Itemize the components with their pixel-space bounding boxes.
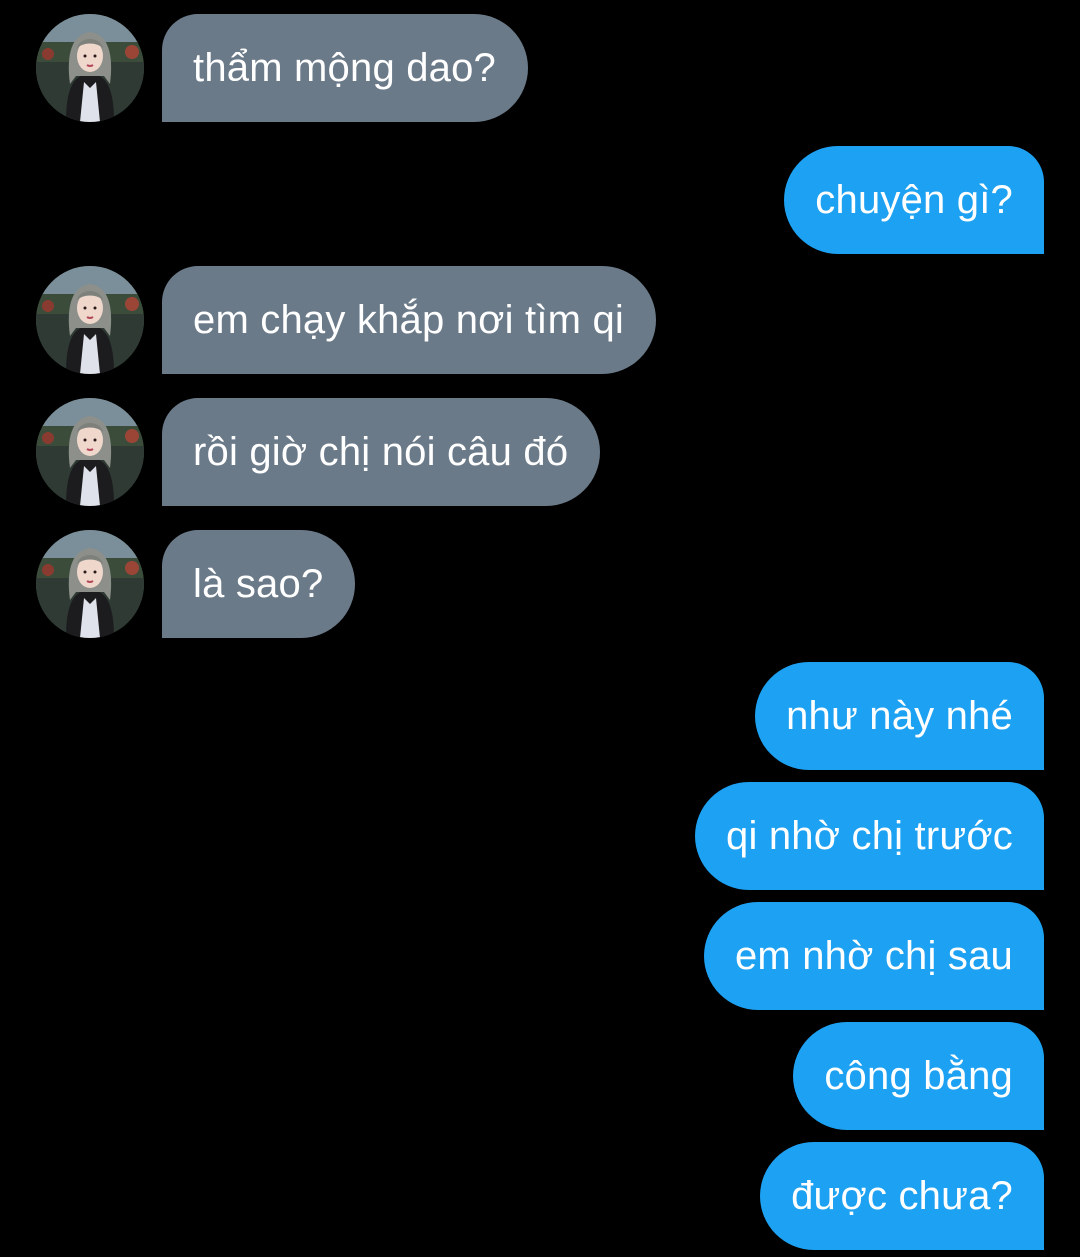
incoming-message-bubble[interactable]: em chạy khắp nơi tìm qi	[162, 266, 657, 374]
contact-avatar[interactable]	[36, 14, 144, 122]
contact-avatar[interactable]	[36, 530, 144, 638]
outgoing-message-bubble[interactable]: công bằng	[793, 1022, 1044, 1130]
contact-photo-icon	[36, 14, 144, 122]
outgoing-message-bubble[interactable]: qi nhờ chị trước	[695, 782, 1044, 890]
incoming-message-bubble[interactable]: rồi giờ chị nói câu đó	[162, 398, 601, 506]
outgoing-message-bubble[interactable]: chuyện gì?	[784, 146, 1044, 254]
contact-photo-icon	[36, 266, 144, 374]
outgoing-message-bubble[interactable]: em nhờ chị sau	[703, 902, 1044, 1010]
incoming-message-bubble[interactable]: là sao?	[162, 530, 356, 638]
incoming-message-bubble[interactable]: thẩm mộng dao?	[162, 14, 528, 122]
outgoing-message-bubble[interactable]: được chưa?	[760, 1142, 1044, 1250]
contact-avatar[interactable]	[36, 266, 144, 374]
contact-photo-icon	[36, 530, 144, 638]
contact-avatar[interactable]	[36, 398, 144, 506]
outgoing-message-bubble[interactable]: như này nhé	[755, 662, 1044, 770]
contact-photo-icon	[36, 398, 144, 506]
